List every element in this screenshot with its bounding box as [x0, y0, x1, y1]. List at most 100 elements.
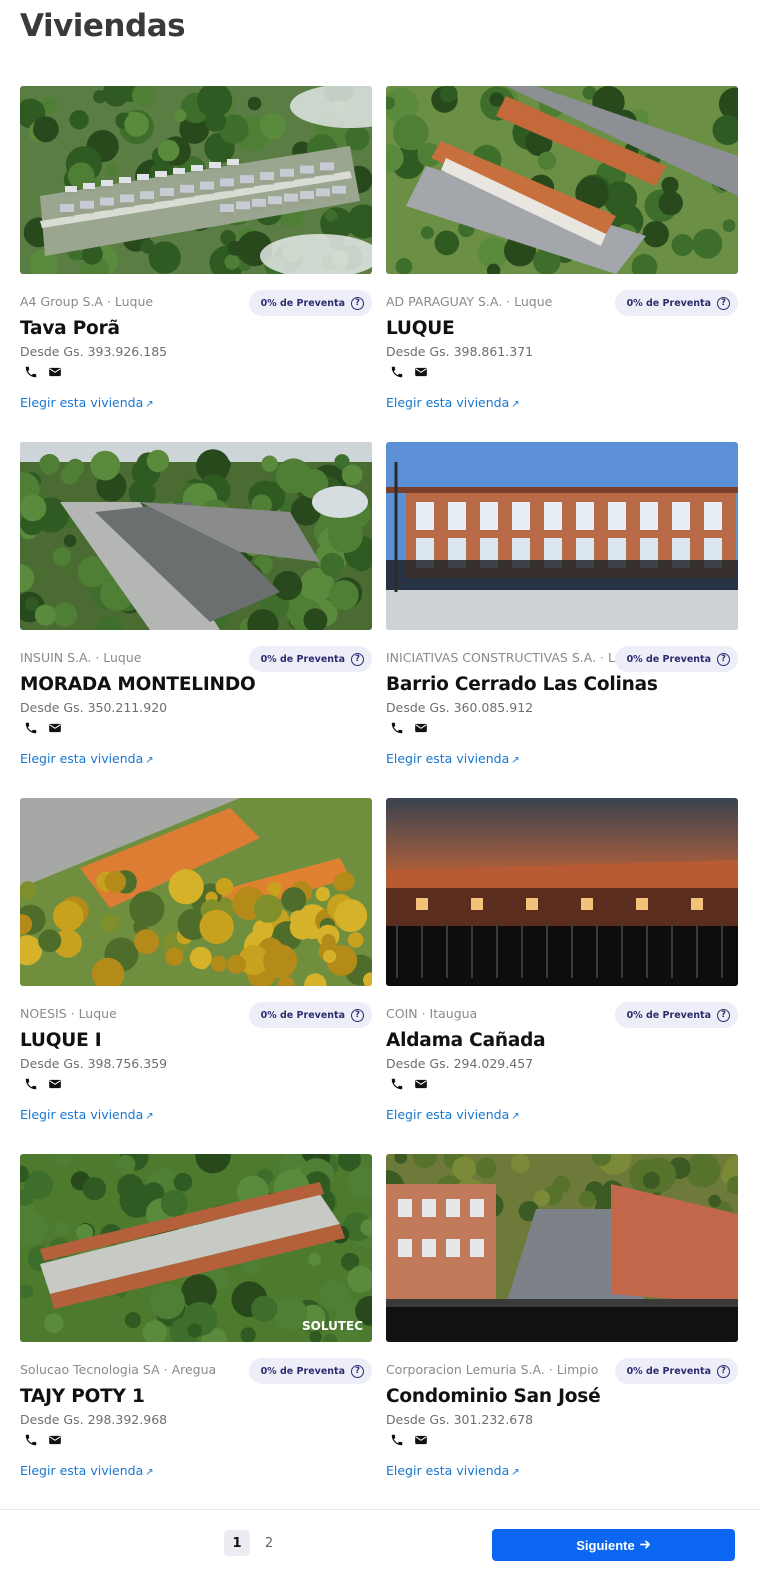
- solutec-watermark: SOLUTEC: [302, 1319, 363, 1333]
- developer-location: Solucao Tecnologia SA · Aregua: [20, 1362, 217, 1377]
- question-circle-icon[interactable]: ?: [717, 296, 730, 310]
- pagination: 1 2: [224, 1530, 282, 1556]
- presale-badge[interactable]: 0% de Preventa ?: [614, 1358, 738, 1384]
- developer-location: INICIATIVAS CONSTRUCTIVAS S.A. · Luque: [386, 650, 647, 665]
- phone-icon[interactable]: [24, 720, 38, 734]
- presale-badge[interactable]: 0% de Preventa ?: [248, 646, 372, 672]
- presale-badge-label: 0% de Preventa: [626, 1009, 711, 1021]
- listing-photo[interactable]: [20, 86, 372, 274]
- contact-icons: [390, 720, 428, 734]
- listing-photo[interactable]: [386, 442, 738, 630]
- choose-listing-label: Elegir esta vivienda: [386, 1463, 510, 1478]
- listing-photo[interactable]: SOLUTEC: [20, 1154, 372, 1342]
- presale-badge[interactable]: 0% de Preventa ?: [248, 1002, 372, 1028]
- question-circle-icon[interactable]: ?: [717, 1364, 730, 1378]
- arrow-right-icon: [639, 1538, 651, 1553]
- listing-photo[interactable]: [386, 1154, 738, 1342]
- listing-price: Desde Gs. 360.085.912: [386, 700, 534, 715]
- listing-price: Desde Gs. 301.232.678: [386, 1412, 534, 1427]
- listing-price: Desde Gs. 350.211.920: [20, 700, 168, 715]
- question-circle-icon[interactable]: ?: [717, 652, 730, 666]
- presale-badge[interactable]: 0% de Preventa ?: [248, 1358, 372, 1384]
- contact-icons: [390, 1076, 428, 1090]
- listing-photo[interactable]: [386, 798, 738, 986]
- contact-icons: [24, 720, 62, 734]
- choose-listing-label: Elegir esta vivienda: [20, 751, 144, 766]
- envelope-icon[interactable]: [414, 720, 428, 734]
- envelope-icon[interactable]: [48, 1432, 62, 1446]
- envelope-icon[interactable]: [414, 1076, 428, 1090]
- phone-icon[interactable]: [24, 1076, 38, 1090]
- listing-name: LUQUE I: [20, 1030, 102, 1051]
- phone-icon[interactable]: [390, 720, 404, 734]
- envelope-icon[interactable]: [48, 364, 62, 378]
- listing-photo[interactable]: [386, 86, 738, 274]
- phone-icon[interactable]: [390, 1432, 404, 1446]
- listing-card: SOLUTEC Solucao Tecnologia SA · Aregua 0…: [20, 1154, 372, 1494]
- listing-name: LUQUE: [386, 318, 455, 339]
- arrow-up-right-icon: ↗: [511, 1111, 520, 1122]
- choose-listing-label: Elegir esta vivienda: [386, 395, 510, 410]
- listing-card: Corporacion Lemuria S.A. · Limpio 0% de …: [386, 1154, 738, 1494]
- choose-listing-label: Elegir esta vivienda: [386, 1107, 510, 1122]
- arrow-up-right-icon: ↗: [511, 399, 520, 410]
- choose-listing-link[interactable]: Elegir esta vivienda ↗: [386, 395, 520, 410]
- choose-listing-link[interactable]: Elegir esta vivienda ↗: [386, 1463, 520, 1478]
- choose-listing-link[interactable]: Elegir esta vivienda ↗: [386, 1107, 520, 1122]
- developer-location: COIN · Itaugua: [386, 1006, 478, 1021]
- contact-icons: [390, 1432, 428, 1446]
- developer-location: INSUIN S.A. · Luque: [20, 650, 142, 665]
- question-circle-icon[interactable]: ?: [351, 652, 364, 666]
- question-circle-icon[interactable]: ?: [351, 1008, 364, 1022]
- choose-listing-link[interactable]: Elegir esta vivienda ↗: [20, 1463, 154, 1478]
- presale-badge[interactable]: 0% de Preventa ?: [248, 290, 372, 316]
- page-link-2[interactable]: 2: [256, 1530, 282, 1556]
- phone-icon[interactable]: [24, 364, 38, 378]
- listing-price: Desde Gs. 393.926.185: [20, 344, 168, 359]
- presale-badge[interactable]: 0% de Preventa ?: [614, 290, 738, 316]
- presale-badge-label: 0% de Preventa: [260, 1009, 345, 1021]
- question-circle-icon[interactable]: ?: [717, 1008, 730, 1022]
- listing-card: COIN · Itaugua 0% de Preventa ? Aldama C…: [386, 798, 738, 1138]
- arrow-up-right-icon: ↗: [145, 1467, 154, 1478]
- envelope-icon[interactable]: [48, 720, 62, 734]
- listing-card: AD PARAGUAY S.A. · Luque 0% de Preventa …: [386, 86, 738, 426]
- choose-listing-link[interactable]: Elegir esta vivienda ↗: [20, 1107, 154, 1122]
- presale-badge-label: 0% de Preventa: [626, 653, 711, 665]
- presale-badge-label: 0% de Preventa: [626, 297, 711, 309]
- page-link-1[interactable]: 1: [224, 1530, 250, 1556]
- presale-badge[interactable]: 0% de Preventa ?: [614, 1002, 738, 1028]
- question-circle-icon[interactable]: ?: [351, 1364, 364, 1378]
- phone-icon[interactable]: [390, 364, 404, 378]
- question-circle-icon[interactable]: ?: [351, 296, 364, 310]
- choose-listing-link[interactable]: Elegir esta vivienda ↗: [20, 395, 154, 410]
- listing-price: Desde Gs. 298.392.968: [20, 1412, 168, 1427]
- page-title: Viviendas: [20, 8, 186, 44]
- listing-name: TAJY POTY 1: [20, 1386, 145, 1407]
- presale-badge[interactable]: 0% de Preventa ?: [614, 646, 738, 672]
- listing-photo[interactable]: [20, 442, 372, 630]
- next-page-button[interactable]: Siguiente: [492, 1529, 735, 1561]
- envelope-icon[interactable]: [48, 1076, 62, 1090]
- arrow-up-right-icon: ↗: [145, 755, 154, 766]
- envelope-icon[interactable]: [414, 364, 428, 378]
- presale-badge-label: 0% de Preventa: [260, 653, 345, 665]
- envelope-icon[interactable]: [414, 1432, 428, 1446]
- choose-listing-label: Elegir esta vivienda: [20, 395, 144, 410]
- listing-name: MORADA MONTELINDO: [20, 674, 256, 695]
- listing-card: INSUIN S.A. · Luque 0% de Preventa ? MOR…: [20, 442, 372, 782]
- phone-icon[interactable]: [390, 1076, 404, 1090]
- listing-photo[interactable]: [20, 798, 372, 986]
- developer-location: AD PARAGUAY S.A. · Luque: [386, 294, 553, 309]
- arrow-up-right-icon: ↗: [145, 1111, 154, 1122]
- contact-icons: [390, 364, 428, 378]
- presale-badge-label: 0% de Preventa: [260, 1365, 345, 1377]
- contact-icons: [24, 1432, 62, 1446]
- phone-icon[interactable]: [24, 1432, 38, 1446]
- contact-icons: [24, 1076, 62, 1090]
- next-button-label: Siguiente: [576, 1537, 635, 1553]
- choose-listing-link[interactable]: Elegir esta vivienda ↗: [20, 751, 154, 766]
- choose-listing-link[interactable]: Elegir esta vivienda ↗: [386, 751, 520, 766]
- pagination-divider: [0, 1509, 760, 1510]
- contact-icons: [24, 364, 62, 378]
